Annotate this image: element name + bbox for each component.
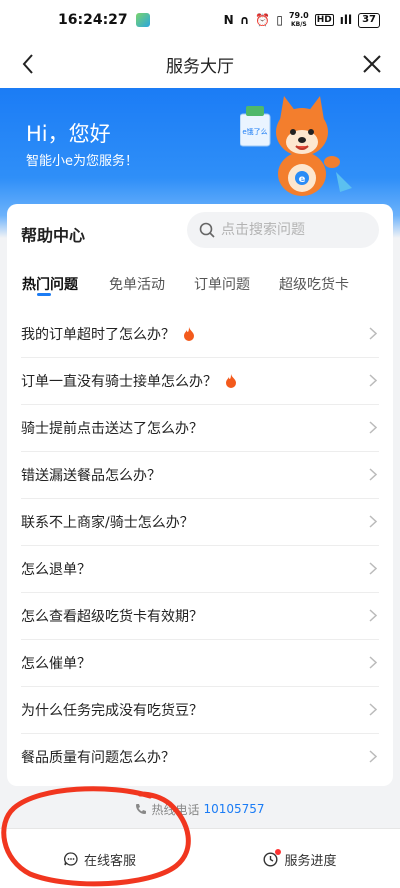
mascot-bag-text: e饿了么	[242, 127, 267, 136]
phone-icon	[136, 804, 147, 814]
hero-subtitle: 智能小e为您服务！	[26, 154, 138, 169]
active-tab-indicator	[37, 293, 51, 296]
nav-bar: 服务大厅	[0, 40, 400, 88]
mascot-shiba-icon: e饿了么 e	[240, 96, 352, 196]
chevron-right-icon	[369, 750, 377, 763]
bottom-bar: 在线客服 服务进度	[0, 828, 400, 888]
chevron-right-icon	[369, 562, 377, 575]
faq-question: 订单一直没有骑士接单怎么办？	[21, 373, 217, 390]
chevron-right-icon	[369, 421, 377, 434]
faq-item[interactable]: 联系不上商家/骑士怎么办？	[7, 498, 393, 545]
tab-hot-questions[interactable]: 热门问题	[22, 274, 78, 294]
faq-item[interactable]: 怎么催单？	[7, 639, 393, 686]
signal-icon: ıll	[339, 13, 353, 27]
service-progress-label: 服务进度	[284, 853, 337, 869]
faq-question: 怎么催单？	[21, 655, 91, 672]
chat-bubble-icon	[64, 852, 78, 866]
faq-question: 我的订单超时了怎么办？	[21, 326, 175, 343]
chevron-right-icon	[369, 327, 377, 340]
tab-bar: 热门问题 免单活动 订单问题 超级吃货卡	[7, 268, 393, 302]
faq-question: 错送漏送餐品怎么办？	[21, 467, 161, 484]
faq-item[interactable]: 我的订单超时了怎么办？	[7, 310, 393, 357]
faq-item[interactable]: 骑士提前点击送达了怎么办？	[7, 404, 393, 451]
chevron-right-icon	[369, 656, 377, 669]
search-bar[interactable]	[187, 212, 379, 248]
notification-dot	[275, 848, 282, 855]
hotline-label: 热线电话	[151, 802, 200, 817]
faq-item[interactable]: 订单一直没有骑士接单怎么办？	[7, 357, 393, 404]
tab-order-questions[interactable]: 订单问题	[194, 274, 250, 294]
status-indicators: Ν ∩ ⏰ ▯ 79.0 KB/S HD ıll 37	[224, 11, 380, 29]
faq-question: 餐品质量有问题怎么办？	[21, 749, 175, 766]
svg-text:e: e	[299, 174, 306, 185]
net-speed-unit: KB/S	[290, 21, 307, 28]
chevron-right-icon	[369, 609, 377, 622]
chevron-right-icon	[369, 468, 377, 481]
chevron-right-icon	[369, 374, 377, 387]
faq-item[interactable]: 为什么任务完成没有吃货豆？	[7, 686, 393, 733]
faq-question: 联系不上商家/骑士怎么办？	[21, 514, 194, 531]
search-icon	[199, 222, 215, 238]
hot-fire-icon	[226, 373, 236, 388]
chevron-right-icon	[369, 703, 377, 716]
hero-greeting: Hi，您好	[26, 122, 111, 146]
chevron-right-icon	[369, 515, 377, 528]
status-time: 16:24:27	[58, 12, 128, 28]
hd-badge: HD	[314, 14, 334, 26]
faq-question: 怎么退单？	[21, 561, 91, 578]
search-input[interactable]	[221, 222, 371, 238]
faq-item[interactable]: 怎么查看超级吃货卡有效期？	[7, 592, 393, 639]
faq-item[interactable]: 餐品质量有问题怎么办？	[7, 733, 393, 780]
battery-icon: 37	[358, 12, 380, 28]
clock-icon-wrap	[263, 848, 282, 867]
tab-free-order[interactable]: 免单活动	[109, 274, 165, 294]
faq-question: 怎么查看超级吃货卡有效期？	[21, 608, 203, 625]
close-icon[interactable]	[358, 50, 386, 78]
vibrate-icon: ▯	[276, 13, 283, 27]
net-speed: 79.0 KB/S	[289, 11, 309, 29]
hot-fire-icon	[184, 326, 194, 341]
help-center-card: 帮助中心 热门问题 免单活动 订单问题 超级吃货卡 我的订单超时了怎么办？ 订单…	[7, 204, 393, 786]
page-title: 服务大厅	[166, 56, 234, 77]
help-center-title: 帮助中心	[21, 226, 86, 245]
alarm-icon: ⏰	[255, 13, 271, 27]
headphones-icon: ∩	[239, 13, 250, 27]
faq-item[interactable]: 错送漏送餐品怎么办？	[7, 451, 393, 498]
hotline-number[interactable]: 10105757	[203, 802, 264, 816]
hotline[interactable]: 热线电话 10105757	[0, 796, 400, 822]
faq-question: 骑士提前点击送达了怎么办？	[21, 420, 203, 437]
faq-question: 为什么任务完成没有吃货豆？	[21, 702, 203, 719]
faq-item[interactable]: 怎么退单？	[7, 545, 393, 592]
tab-super-card[interactable]: 超级吃货卡	[279, 274, 349, 294]
net-speed-value: 79.0	[288, 11, 309, 20]
app-notification-icon	[135, 13, 150, 27]
chevron-left-icon[interactable]	[14, 50, 42, 78]
service-progress-button[interactable]: 服务进度	[200, 829, 400, 888]
nfc-icon: Ν	[223, 13, 234, 27]
online-service-button[interactable]: 在线客服	[0, 829, 200, 888]
status-bar: 16:24:27 Ν ∩ ⏰ ▯ 79.0 KB/S HD ıll 37	[0, 0, 400, 40]
online-service-label: 在线客服	[83, 853, 136, 869]
faq-list: 我的订单超时了怎么办？ 订单一直没有骑士接单怎么办？ 骑士提前点击送达了怎么办？…	[7, 310, 393, 780]
